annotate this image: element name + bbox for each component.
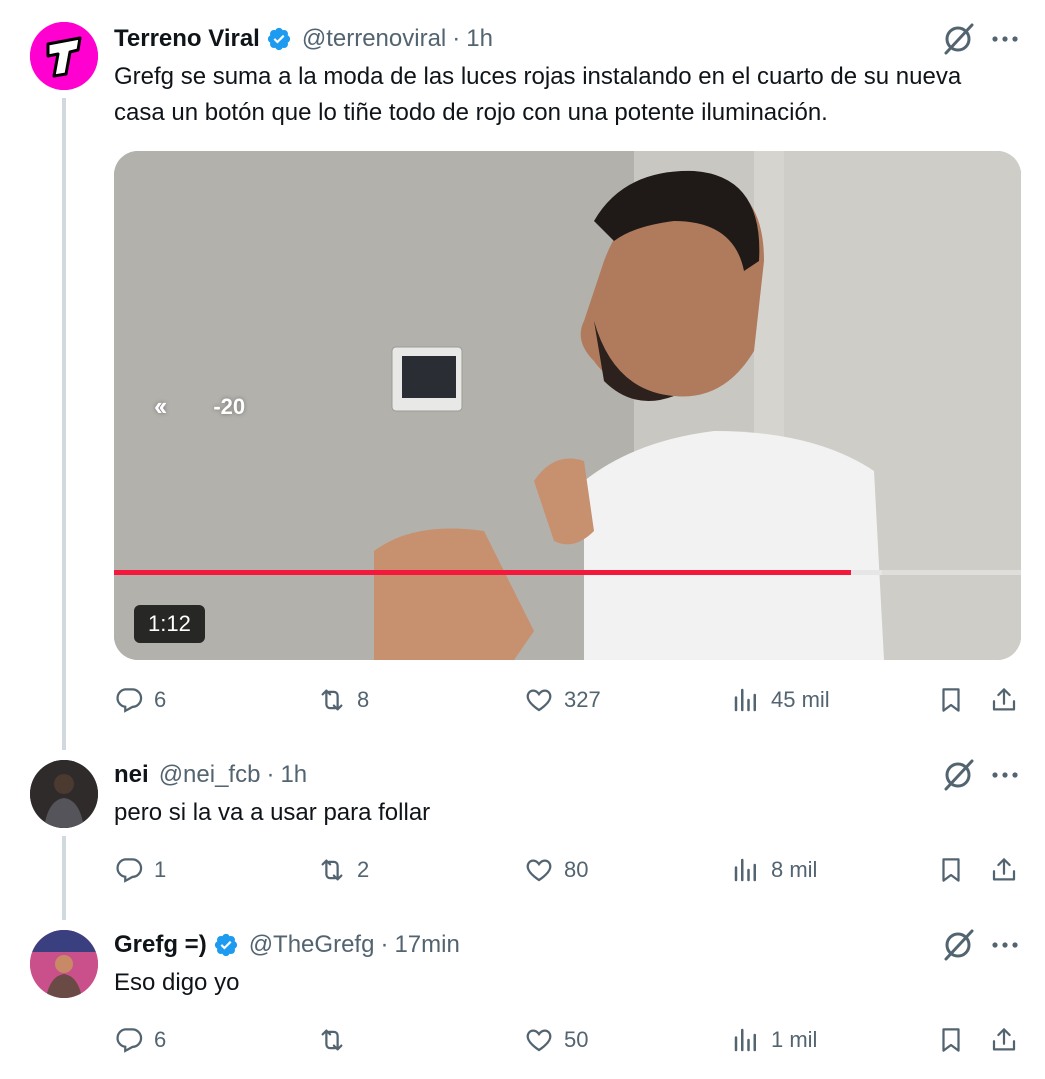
share-icon	[992, 1028, 1016, 1051]
tweet-text: Eso digo yo	[114, 969, 240, 996]
action-bar: 6 8 327 45 mil	[114, 680, 1022, 720]
video-duration: 1:12	[134, 605, 205, 643]
display-name[interactable]: Grefg =)	[114, 931, 207, 959]
terreno-viral-logo-icon	[30, 22, 98, 90]
tweet[interactable]: nei @nei_fcb · 1h pero si la va a usar p…	[0, 750, 1045, 920]
display-name[interactable]: nei	[114, 761, 149, 789]
share-icon	[992, 688, 1016, 711]
reply-count: 6	[154, 687, 167, 712]
bookmark-button[interactable]	[936, 680, 966, 720]
user-avatar-icon	[30, 930, 98, 998]
more-options-icon[interactable]	[989, 929, 1021, 961]
views-button[interactable]: 1 mil	[731, 1020, 817, 1060]
handle[interactable]: @nei_fcb	[159, 761, 261, 789]
avatar[interactable]	[30, 22, 98, 90]
reply-button[interactable]: 6	[114, 1020, 166, 1060]
bookmark-icon	[942, 1028, 960, 1052]
reply-count: 6	[154, 1027, 167, 1052]
reply-icon	[116, 858, 143, 883]
separator-dot: ·	[266, 761, 275, 788]
like-count: 80	[564, 857, 589, 882]
bookmark-icon	[942, 858, 960, 882]
tweet-header: Grefg =) @TheGrefg · 17min	[114, 925, 460, 965]
views-button[interactable]: 45 mil	[731, 680, 830, 720]
tweet[interactable]: Terreno Viral @terrenoviral · 1h Grefg s…	[0, 0, 1045, 750]
handle[interactable]: @TheGrefg	[249, 931, 375, 959]
views-chart-icon	[734, 1028, 756, 1052]
reply-button[interactable]: 6	[114, 680, 166, 720]
like-count: 327	[564, 687, 601, 712]
reply-icon	[116, 688, 143, 713]
reply-icon	[116, 1028, 143, 1053]
retweet-button[interactable]	[317, 1020, 357, 1060]
views-count: 45 mil	[771, 687, 830, 712]
video-frame	[114, 151, 1021, 660]
action-bar: 1 2 80 8 mil	[114, 850, 1022, 890]
grok-icon[interactable]	[941, 758, 975, 792]
grok-icon[interactable]	[941, 928, 975, 962]
tweet-header: nei @nei_fcb · 1h	[114, 755, 307, 795]
separator-dot: ·	[452, 25, 461, 52]
like-button[interactable]: 327	[524, 680, 601, 720]
reply-button[interactable]: 1	[114, 850, 166, 890]
views-button[interactable]: 8 mil	[731, 850, 817, 890]
retweet-count: 8	[357, 687, 370, 712]
timestamp[interactable]: 1h	[466, 25, 493, 53]
share-button[interactable]	[989, 850, 1019, 890]
action-bar: 6 50 1 mil	[114, 1020, 1022, 1060]
user-avatar-icon	[30, 760, 98, 828]
rewind-chevrons-icon: ‹‹	[154, 391, 167, 421]
heart-icon	[526, 859, 552, 882]
rewind-label: -20	[213, 393, 246, 419]
tweet-header: Terreno Viral @terrenoviral · 1h	[114, 19, 493, 59]
bookmark-button[interactable]	[936, 1020, 966, 1060]
more-options-icon[interactable]	[989, 759, 1021, 791]
views-count: 1 mil	[771, 1027, 818, 1052]
tweet[interactable]: Grefg =) @TheGrefg · 17min Eso digo yo 6…	[0, 920, 1045, 1079]
progress-bar[interactable]	[114, 570, 852, 575]
tweet-text: pero si la va a usar para follar	[114, 799, 431, 826]
heart-icon	[526, 1029, 552, 1052]
bookmark-icon	[942, 688, 960, 712]
more-options-icon[interactable]	[989, 23, 1021, 55]
share-button[interactable]	[989, 1020, 1019, 1060]
bookmark-button[interactable]	[936, 850, 966, 890]
views-count: 8 mil	[771, 857, 818, 882]
timestamp[interactable]: 17min	[394, 931, 459, 959]
avatar[interactable]	[30, 930, 98, 998]
retweet-count: 2	[357, 857, 370, 882]
display-name[interactable]: Terreno Viral	[114, 25, 260, 53]
tweet-text: Grefg se suma a la moda de las luces roj…	[114, 63, 962, 126]
verified-badge-icon	[267, 27, 290, 51]
retweet-icon	[321, 689, 343, 711]
views-chart-icon	[734, 858, 756, 882]
verified-badge-icon	[214, 933, 237, 957]
retweet-icon	[321, 859, 343, 881]
retweet-icon	[321, 1029, 343, 1051]
share-icon	[992, 858, 1016, 881]
separator-dot: ·	[380, 931, 389, 958]
video-player[interactable]: ‹‹ -20 1:12	[114, 151, 1021, 660]
avatar[interactable]	[30, 760, 98, 828]
retweet-button[interactable]: 2	[317, 850, 369, 890]
views-chart-icon	[734, 688, 756, 712]
reply-count: 1	[154, 857, 167, 882]
handle[interactable]: @terrenoviral	[302, 25, 446, 53]
grok-icon[interactable]	[941, 22, 975, 56]
timestamp[interactable]: 1h	[280, 761, 307, 789]
like-button[interactable]: 50	[524, 1020, 588, 1060]
heart-icon	[526, 689, 552, 712]
share-button[interactable]	[989, 680, 1019, 720]
like-button[interactable]: 80	[524, 850, 588, 890]
like-count: 50	[564, 1027, 589, 1052]
retweet-button[interactable]: 8	[317, 680, 369, 720]
rewind-indicator: ‹‹ -20	[154, 391, 245, 422]
